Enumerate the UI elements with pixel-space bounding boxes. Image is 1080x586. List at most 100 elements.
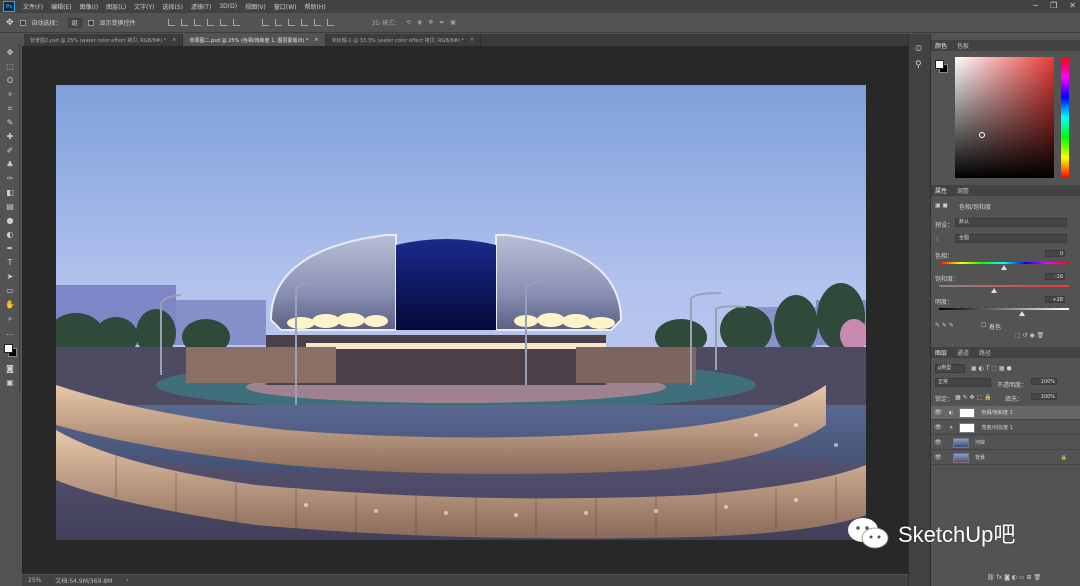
hue-slider[interactable] <box>1061 57 1069 178</box>
3d-scale-icon[interactable]: ▣ <box>450 19 456 26</box>
saturation-value[interactable]: -16 <box>1045 273 1065 280</box>
menu-3d[interactable]: 3D(D) <box>219 3 237 10</box>
zoom-level[interactable]: 25% <box>28 577 41 584</box>
distribute-middle-icon[interactable] <box>274 19 282 26</box>
eyedropper-icon[interactable]: ✎ <box>4 118 16 128</box>
close-icon[interactable]: × <box>470 37 474 43</box>
auto-select-checkbox[interactable] <box>19 19 26 26</box>
layer-row[interactable]: 👁 ☀ 亮度/对比度 1 <box>931 421 1080 435</box>
3d-roll-icon[interactable]: ◉ <box>417 19 422 26</box>
more-icon[interactable]: … <box>4 328 16 338</box>
menu-layer[interactable]: 图层(L) <box>106 2 126 11</box>
lightness-slider-track[interactable] <box>939 308 1069 310</box>
visibility-eye-icon[interactable]: 👁 <box>933 424 943 431</box>
blur-icon[interactable]: ● <box>4 216 16 226</box>
menu-window[interactable]: 窗口(W) <box>274 2 297 11</box>
pen-icon[interactable]: ✒ <box>4 244 16 254</box>
blend-mode-dropdown[interactable]: 正常 <box>935 378 991 387</box>
menu-image[interactable]: 图像(I) <box>80 2 98 11</box>
fg-color-swatch[interactable] <box>935 60 944 69</box>
brush-settings-icon[interactable]: ⚲ <box>915 60 922 70</box>
align-left-icon[interactable] <box>206 19 214 26</box>
close-icon[interactable]: ✕ <box>1069 1 1076 10</box>
menu-help[interactable]: 帮助(H) <box>305 2 326 11</box>
move-tool-icon[interactable]: ✥ <box>6 18 14 28</box>
minimize-icon[interactable]: ─ <box>1033 1 1038 10</box>
distribute-bottom-icon[interactable] <box>287 19 295 26</box>
channel-dropdown[interactable]: 全图 <box>955 234 1067 243</box>
tab-paths[interactable]: 路径 <box>979 348 991 357</box>
distribute-top-icon[interactable] <box>261 19 269 26</box>
layers-footer-icons[interactable]: ⛓ fx ◙ ◐ ▭ ⊞ 🗑 <box>987 574 1041 581</box>
menu-edit[interactable]: 编辑(E) <box>51 2 71 11</box>
tab-document-1[interactable]: 背景图2.psd @ 25% (water color effect 拷贝, R… <box>24 34 184 46</box>
lightness-slider-thumb[interactable] <box>1019 311 1026 316</box>
screenmode-icon[interactable]: ▣ <box>4 378 16 388</box>
move-icon[interactable]: ✥ <box>4 48 16 58</box>
tab-swatches[interactable]: 色板 <box>957 41 969 50</box>
visibility-eye-icon[interactable]: 👁 <box>933 454 943 461</box>
color-picker-marker[interactable] <box>979 132 985 138</box>
eyedropper-icon[interactable]: ✎ ✎ ✎ <box>935 322 954 329</box>
distribute-center-icon[interactable] <box>313 19 321 26</box>
menu-view[interactable]: 视图(V) <box>245 2 266 11</box>
align-center-icon[interactable] <box>219 19 227 26</box>
magic-wand-icon[interactable]: ✧ <box>4 90 16 100</box>
lasso-icon[interactable]: ʘ <box>4 76 16 86</box>
lightness-value[interactable]: +28 <box>1045 296 1065 303</box>
eraser-icon[interactable]: ◧ <box>4 188 16 198</box>
align-right-icon[interactable] <box>232 19 240 26</box>
quickmask-icon[interactable]: ◙ <box>4 364 16 374</box>
brush-icon[interactable]: ✐ <box>4 146 16 156</box>
menu-select[interactable]: 选择(S) <box>162 2 183 11</box>
tab-document-3[interactable]: 未标题-1 @ 33.3% (water color effect 拷贝, RG… <box>326 34 482 46</box>
menu-file[interactable]: 文件(F) <box>23 2 43 11</box>
hue-slider-thumb[interactable] <box>1001 265 1007 270</box>
3d-drag-icon[interactable]: ✥ <box>428 19 433 26</box>
foreground-color-swatch[interactable] <box>4 344 13 353</box>
tab-color[interactable]: 颜色 <box>935 41 947 50</box>
3d-rotate-icon[interactable]: ⟲ <box>406 19 411 26</box>
lock-icons[interactable]: ▦ ✎ ✥ ⬚ 🔒 <box>955 394 992 401</box>
opacity-value[interactable]: 100% <box>1031 378 1057 385</box>
hand-icon[interactable]: ✋ <box>4 300 16 310</box>
marquee-icon[interactable]: ⬚ <box>4 62 16 72</box>
tab-adjustments[interactable]: 调整 <box>957 186 969 195</box>
hue-slider-track[interactable] <box>939 262 1069 264</box>
align-middle-icon[interactable] <box>180 19 188 26</box>
layer-filter-dropdown[interactable]: ρ类型 <box>935 364 965 373</box>
properties-footer-icons[interactable]: ⬚ ↺ ◉ 🗑 <box>1015 332 1044 339</box>
tab-layers[interactable]: 图层 <box>935 348 947 357</box>
layer-row[interactable]: 👁 河岸 <box>931 436 1080 450</box>
visibility-eye-icon[interactable]: 👁 <box>933 439 943 446</box>
shape-icon[interactable]: ▭ <box>4 286 16 296</box>
distribute-right-icon[interactable] <box>326 19 334 26</box>
history-brush-icon[interactable]: ✑ <box>4 174 16 184</box>
close-icon[interactable]: × <box>314 37 318 43</box>
preset-dropdown[interactable]: 默认 <box>955 218 1067 227</box>
path-select-icon[interactable]: ➤ <box>4 272 16 282</box>
visibility-eye-icon[interactable]: 👁 <box>933 409 943 416</box>
gradient-icon[interactable]: ▤ <box>4 202 16 212</box>
3d-slide-icon[interactable]: ⬌ <box>439 19 444 26</box>
hue-value[interactable]: 0 <box>1045 250 1065 257</box>
saturation-slider-track[interactable] <box>939 285 1069 287</box>
layer-row[interactable]: 👁 ◐ 色相/饱和度 1 <box>931 406 1080 420</box>
distribute-left-icon[interactable] <box>300 19 308 26</box>
layer-row[interactable]: 👁 背景 🔒 <box>931 451 1080 465</box>
menu-filter[interactable]: 滤镜(T) <box>191 2 211 11</box>
tab-properties[interactable]: 属性 <box>935 186 947 195</box>
saturation-slider-thumb[interactable] <box>990 288 997 293</box>
document-image[interactable] <box>56 85 866 540</box>
healing-icon[interactable]: ✚ <box>4 132 16 142</box>
layer-filter-icons[interactable]: ▣ ◐ T ⬚ ▦ ● <box>971 365 1012 372</box>
auto-select-dropdown[interactable]: 组 <box>67 17 82 28</box>
close-icon[interactable]: × <box>172 37 176 43</box>
color-picker-field[interactable] <box>955 57 1054 178</box>
menu-type[interactable]: 文字(Y) <box>134 2 154 11</box>
colorize-checkbox[interactable]: ☐ <box>981 322 986 329</box>
fill-value[interactable]: 100% <box>1031 393 1057 400</box>
stamp-icon[interactable]: ♣ <box>4 160 16 170</box>
type-icon[interactable]: T <box>4 258 16 268</box>
dodge-icon[interactable]: ◐ <box>4 230 16 240</box>
